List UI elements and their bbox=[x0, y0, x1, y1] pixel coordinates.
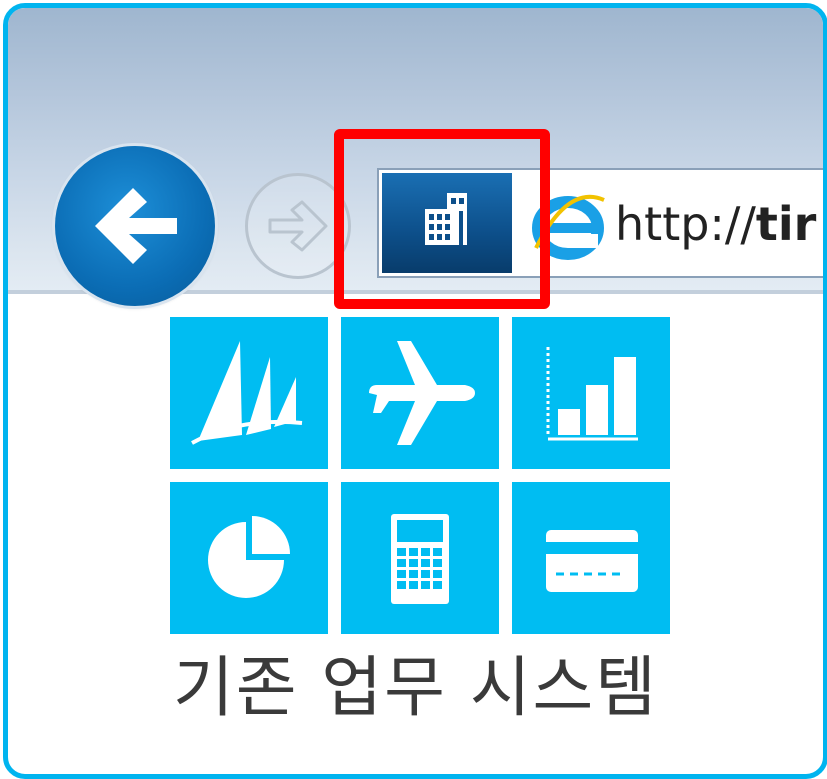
url-domain: tir bbox=[755, 197, 817, 251]
calculator-icon bbox=[391, 514, 449, 604]
highlight-box bbox=[334, 129, 550, 309]
tile-reports[interactable] bbox=[512, 317, 670, 469]
caption-title: 기존 업무 시스템 bbox=[173, 649, 658, 726]
bar-chart-icon bbox=[546, 347, 638, 441]
credit-card-icon bbox=[546, 530, 638, 592]
back-arrow-icon bbox=[95, 188, 177, 264]
back-button[interactable] bbox=[55, 146, 215, 306]
tile-accounting[interactable] bbox=[341, 482, 499, 634]
tile-payments[interactable] bbox=[512, 482, 670, 634]
dynamics-sails-icon bbox=[191, 341, 303, 445]
url-prefix: http:// bbox=[615, 197, 756, 251]
tile-dynamics[interactable] bbox=[170, 317, 328, 469]
airplane-icon bbox=[369, 341, 475, 445]
tile-travel[interactable] bbox=[341, 317, 499, 469]
pie-chart-icon bbox=[208, 516, 290, 598]
url-text[interactable]: http://tir bbox=[615, 194, 816, 254]
diagram-frame: http://tir 기존 업무 시스템 bbox=[3, 3, 827, 779]
forward-arrow-icon bbox=[268, 200, 328, 252]
tile-analytics[interactable] bbox=[170, 482, 328, 634]
